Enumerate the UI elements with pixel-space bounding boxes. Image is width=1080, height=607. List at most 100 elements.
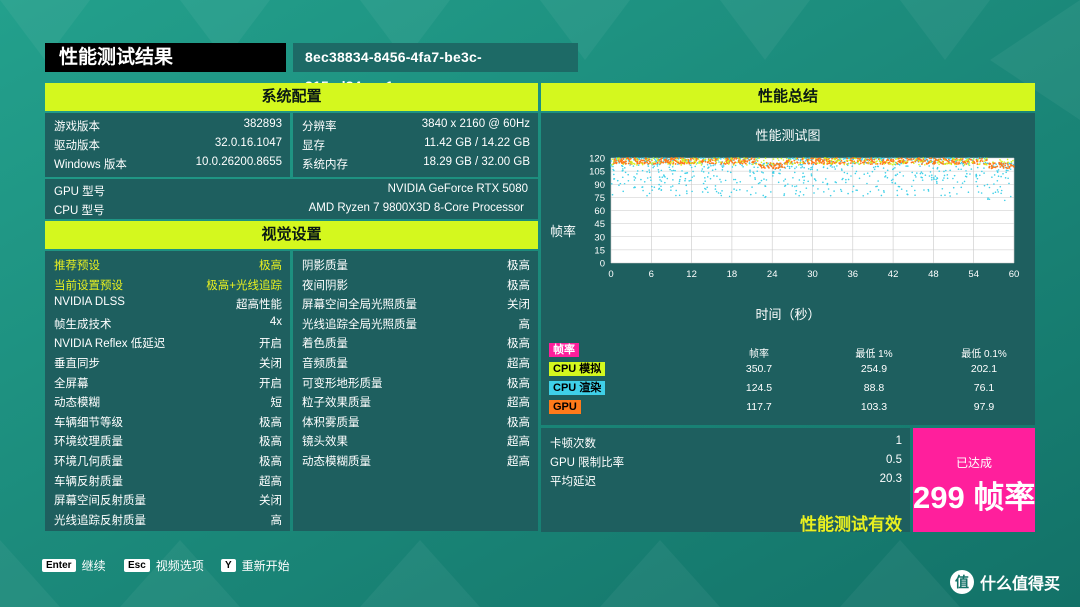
cpu-render-point [717,192,720,194]
gpu-point [781,166,784,168]
cpu-render-point [646,171,648,173]
cpu-render-point [684,179,686,182]
cpu-sim-point [847,162,849,165]
visual-setting-value: 极高+光线追踪 [206,279,282,292]
cpu-render-point [621,164,623,167]
cpu-render-point [919,172,922,175]
cpu-render-point [634,177,637,179]
cpu-render-point [742,165,744,168]
cpu-render-point [882,189,885,192]
cpu-render-point [797,159,800,161]
cpu-render-point [983,167,985,169]
cpu-sim-point [691,162,694,165]
gpu-point [1008,167,1010,170]
cpu-render-point [1009,195,1012,198]
hardware-panel: GPU 型号 NVIDIA GeForce RTX 5080 CPU 型号 AM… [45,179,538,219]
video-options-button[interactable]: Esc 视频选项 [124,557,204,574]
cpu-render-point [916,172,918,174]
visual-setting-label: 环境纹理质量 [54,436,123,449]
cpu-render-point [834,168,837,170]
gpu-point [804,162,806,165]
cpu-render-point [997,175,1000,177]
visual-setting-value: 超高 [507,397,530,410]
cpu-render-point [883,191,885,193]
stats-table: 帧率 最低 1% 最低 0.1% 帧率 CPU 模拟 350.7 254.9 202.1 CPU… [549,343,1029,419]
cpu-sim-point [895,158,897,161]
cpu-render-point [793,171,796,174]
cpu-sim-point [915,158,918,160]
gpu-point [934,159,937,162]
cpu-render-point [834,181,837,183]
gpu-point [910,158,913,160]
cpu-render-point [798,194,800,197]
cpu-render-point [997,191,1000,193]
gpu-point [622,157,625,160]
cpu-sim-point [992,161,994,163]
cpu-sim-point [885,161,888,163]
cpu-render-point [770,191,772,193]
cpu-render-point [884,176,886,178]
cpu-render-point [674,169,676,172]
gpu-point [1002,167,1005,169]
cpu-sim-point [758,157,760,160]
cpu-sim-point [1007,161,1009,164]
gpu-point [1002,163,1005,165]
cpu-render-point [810,173,813,175]
cpu-render-point [976,185,979,188]
cpu-render-point [643,180,646,183]
cpu-render-point [949,169,951,172]
system-right-panel: 分辨率 3840 x 2160 @ 60Hz 显存 11.42 GB / 14.22 … [293,113,538,177]
cpu-sim-point [631,161,633,163]
cpu-render-point [976,166,979,169]
cpu-render-point [802,193,805,196]
gpu-point [777,167,780,170]
cpu-render-point [836,165,838,167]
cpu-render-point [672,169,675,172]
gpu-point [1012,165,1015,168]
gpu-point [775,162,778,165]
gpu-point [991,166,994,169]
gpu-point [670,158,673,161]
cpu-render-point [671,169,673,172]
system-setting-value: 32.0.16.1047 [214,137,282,149]
cpu-render-point [831,166,833,168]
cpu-render-point [843,157,846,160]
gpu-point [811,161,814,164]
cpu-render-point [700,170,703,172]
cpu-render-point [691,176,693,178]
gpu-point [820,162,823,164]
cpu-render-point [886,169,889,172]
gpu-point [886,158,889,161]
gpu-point [862,161,865,164]
cpu-render-point [966,172,968,175]
gpu-point [796,161,799,164]
cpu-sim-point [651,163,653,165]
cpu-render-point [679,178,681,181]
cpu-render-point [718,161,720,163]
cpu-render-point [1000,192,1002,195]
cpu-render-point [619,182,622,185]
cpu-render-point [763,178,765,180]
gpu-point [879,162,882,165]
gpu-point [724,163,727,165]
restart-button[interactable]: Y 重新开始 [221,557,290,574]
visual-setting-label: 车辆细节等级 [54,416,123,429]
cpu-render-point [912,179,915,182]
continue-label: 继续 [81,559,106,573]
cpu-sim-point [953,158,955,161]
cpu-render-point [728,195,731,198]
gpu-point [850,157,852,160]
cpu-render-point [833,166,836,168]
visual-setting-row: 车辆细节等级 极高 [54,414,282,430]
cpu-render-point [956,193,958,195]
cpu-render-point [1004,177,1007,179]
cpu-render-point [877,165,880,168]
cpu-sim-point [823,157,826,159]
cpu-sim-point [1012,159,1014,162]
visual-setting-label: 可变形地形质量 [302,377,383,390]
visual-setting-row: NVIDIA Reflex 低延迟 开启 [54,335,282,351]
cpu-render-point [739,181,742,183]
continue-button[interactable]: Enter 继续 [42,557,106,574]
x-tick-label: 12 [686,269,697,280]
cpu-sim-point [672,160,674,163]
